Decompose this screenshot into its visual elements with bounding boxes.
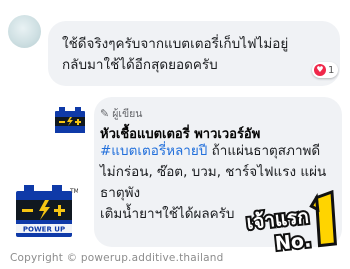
author-tag-label: ผู้เขียน (112, 108, 143, 120)
comment-text: ใช้ดีจริงๆครับจากแบตเตอรี่เก็บไฟไม่อยู่ … (62, 34, 332, 76)
logo-brand-text: POWER UP (23, 226, 65, 234)
heart-icon: ♥ (314, 64, 326, 76)
author-tag: ✎ ผู้เขียน (100, 105, 142, 122)
powerup-logo: TM POWER UP (10, 185, 79, 251)
commenter-avatar[interactable] (8, 15, 41, 48)
battery-logo-icon (55, 107, 85, 133)
pen-icon: ✎ (100, 107, 110, 120)
reaction-badge[interactable]: ♥ 1 (312, 62, 339, 78)
reaction-count: 1 (328, 64, 335, 76)
reply-text-last: เติมน้ำยาฯใช้ได้ผลครับ (100, 206, 235, 222)
first-no1-badge: เจ้าแรก No. (243, 189, 347, 257)
comment-text-line1: ใช้ดีจริงๆครับจากแบตเตอรี่เก็บไฟไม่อยู่ (62, 36, 289, 52)
hashtag-link[interactable]: #แบตเตอรี่หลายปี (100, 143, 207, 159)
copyright-text: Copyright © powerup.additive.thailand (10, 252, 224, 264)
reply-author-avatar[interactable] (50, 103, 90, 139)
comment-bubble: ใช้ดีจริงๆครับจากแบตเตอรี่เก็บไฟไม่อยู่ … (48, 21, 340, 86)
badge-text-bottom: No. (274, 229, 312, 255)
comment-text-line2: กลับมาใช้ได้อีกสุดยอดครับ (62, 57, 218, 73)
